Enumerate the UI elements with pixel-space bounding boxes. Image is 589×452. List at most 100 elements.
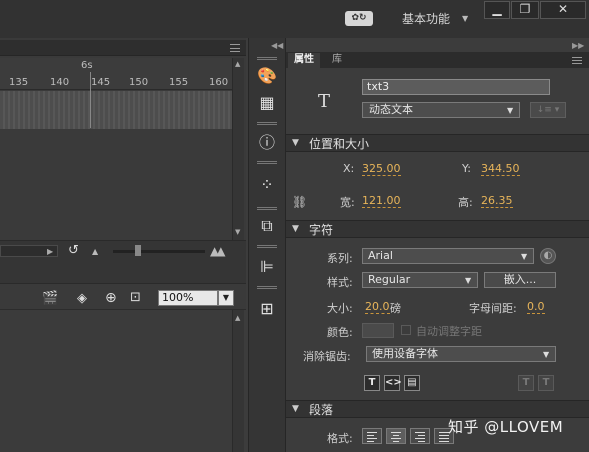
chevron-down-icon[interactable]: ▼ — [218, 290, 234, 306]
height-label: 高: — [458, 196, 473, 209]
restore-button[interactable]: ❐ — [511, 1, 539, 19]
frame-cells[interactable] — [0, 91, 232, 129]
align-panel-icon[interactable]: ⊫ — [254, 254, 280, 280]
align-grid-icon[interactable]: ▦ — [254, 90, 280, 116]
edit-symbol-icon[interactable]: ◈ — [77, 291, 87, 306]
antialias-select[interactable]: 使用设备字体 ▼ — [366, 346, 556, 362]
playhead[interactable] — [90, 72, 91, 128]
font-style-select[interactable]: Regular ▼ — [362, 272, 478, 288]
scroll-up-icon[interactable]: ▲ — [235, 314, 240, 322]
tab-properties[interactable]: 属性 — [288, 53, 320, 68]
seconds-marker: 6s — [81, 60, 93, 71]
timeline-vertical-scrollbar[interactable]: ▲ ▼ — [232, 58, 244, 240]
collapse-panels-icon[interactable]: ◀◀ — [271, 41, 283, 50]
panel-grip[interactable] — [257, 286, 277, 289]
align-right-icon[interactable] — [410, 428, 430, 444]
zoom-out-icon[interactable]: ▲ — [92, 247, 98, 256]
panel-grip[interactable] — [257, 57, 277, 60]
color-label: 颜色: — [327, 326, 353, 339]
paragraph-format-label: 格式: — [327, 432, 353, 445]
minimize-button[interactable]: ▁ — [484, 1, 510, 19]
stage-vertical-scrollbar[interactable]: ▲ — [232, 310, 244, 452]
collapse-arrow-icon[interactable]: ▼ — [292, 224, 299, 234]
x-value[interactable]: 325.00 — [362, 162, 401, 176]
chevron-down-icon: ▼ — [521, 252, 528, 261]
align-center-icon[interactable] — [386, 428, 406, 444]
panel-grip[interactable] — [257, 122, 277, 125]
chevron-down-icon[interactable]: ▼ — [462, 14, 468, 23]
ruler-tick: 145 — [91, 77, 111, 88]
letter-spacing-value[interactable]: 0.0 — [527, 300, 545, 314]
width-label: 宽: — [340, 196, 355, 209]
panel-menu-icon[interactable] — [572, 57, 582, 64]
chevron-down-icon: ▼ — [507, 106, 514, 115]
font-size-value[interactable]: 20.0 — [365, 300, 390, 314]
ruler-tick: 135 — [9, 77, 29, 88]
panel-grip[interactable] — [257, 161, 277, 164]
section-title: 字符 — [309, 223, 334, 237]
y-value[interactable]: 344.50 — [481, 162, 520, 176]
timeline-header — [0, 40, 246, 56]
width-value[interactable]: 121.00 — [362, 194, 401, 208]
font-family-label: 系列: — [327, 252, 353, 265]
antialias-value: 使用设备字体 — [372, 347, 438, 360]
ruler-tick: 160 — [209, 77, 229, 88]
scroll-up-icon[interactable]: ▲ — [235, 60, 240, 68]
font-size-unit: 磅 — [390, 302, 401, 315]
font-style-label: 样式: — [327, 276, 353, 289]
watermark: 知乎 @LLOVEM — [448, 418, 564, 436]
expand-panels-icon[interactable]: ▶▶ — [572, 41, 584, 50]
stage-area[interactable] — [0, 310, 232, 452]
chevron-down-icon: ▼ — [465, 276, 472, 285]
timeline-zoom-slider[interactable] — [113, 250, 205, 253]
panel-grip[interactable] — [257, 207, 277, 210]
show-border-icon[interactable]: ▤ — [404, 375, 420, 391]
section-title: 位置和大小 — [309, 137, 370, 151]
loop-icon[interactable]: ↺ — [68, 243, 79, 258]
components-icon[interactable]: ⊞ — [254, 296, 280, 322]
antialias-label: 消除锯齿: — [303, 350, 351, 363]
render-as-html-icon[interactable]: <> — [384, 375, 402, 391]
auto-kern-checkbox[interactable] — [401, 325, 411, 335]
workspace-switcher[interactable]: 基本功能 — [402, 10, 450, 27]
chevron-down-icon: ▼ — [543, 350, 550, 359]
sync-settings-button[interactable]: ✿↻ — [345, 11, 373, 26]
motion-presets-icon[interactable]: ⁘ — [254, 172, 280, 198]
transform-icon[interactable]: ⧉ — [254, 213, 280, 239]
text-type-value: 动态文本 — [369, 103, 413, 116]
section-title: 段落 — [309, 403, 334, 417]
ruler-tick: 155 — [169, 77, 189, 88]
close-button[interactable]: ✕ — [540, 1, 586, 19]
panel-menu-icon[interactable] — [230, 44, 240, 52]
panel-grip[interactable] — [257, 245, 277, 248]
color-palette-icon[interactable]: 🎨 — [254, 63, 280, 89]
text-type-select[interactable]: 动态文本 ▼ — [362, 102, 520, 118]
snap-center-icon[interactable]: ⊕ — [105, 290, 117, 306]
timeline-zoom-slider-thumb[interactable] — [135, 245, 141, 256]
letter-spacing-label: 字母间距: — [469, 302, 517, 315]
clip-stage-icon[interactable]: ⊡ — [130, 290, 141, 305]
x-label: X: — [343, 162, 355, 175]
tab-library[interactable]: 库 — [326, 53, 348, 68]
frame-ruler[interactable] — [0, 58, 232, 90]
font-family-value: Arial — [368, 249, 393, 262]
align-left-icon[interactable] — [362, 428, 382, 444]
ruler-tick: 150 — [129, 77, 149, 88]
height-value[interactable]: 26.35 — [481, 194, 513, 208]
selectable-text-icon[interactable]: T — [364, 375, 380, 391]
subscript-icon: T — [538, 375, 554, 391]
zoom-input[interactable]: 100% — [158, 290, 218, 306]
info-icon[interactable]: ⓘ — [254, 130, 280, 156]
scroll-down-icon[interactable]: ▼ — [235, 228, 240, 236]
text-color-swatch[interactable] — [362, 323, 394, 338]
zoom-in-icon[interactable]: ▲▲ — [210, 244, 226, 258]
collapse-arrow-icon[interactable]: ▼ — [292, 404, 299, 414]
edit-scene-icon[interactable]: 🎬 — [42, 291, 58, 306]
lock-proportions-icon[interactable]: ⛓ — [292, 195, 308, 209]
scroll-right-icon[interactable]: ▶ — [47, 247, 53, 256]
embed-button[interactable]: 嵌入... — [484, 272, 556, 288]
instance-name-input[interactable]: txt3 — [362, 79, 550, 95]
collapse-arrow-icon[interactable]: ▼ — [292, 138, 299, 148]
font-family-select[interactable]: Arial ▼ — [362, 248, 534, 264]
superscript-icon: T — [518, 375, 534, 391]
